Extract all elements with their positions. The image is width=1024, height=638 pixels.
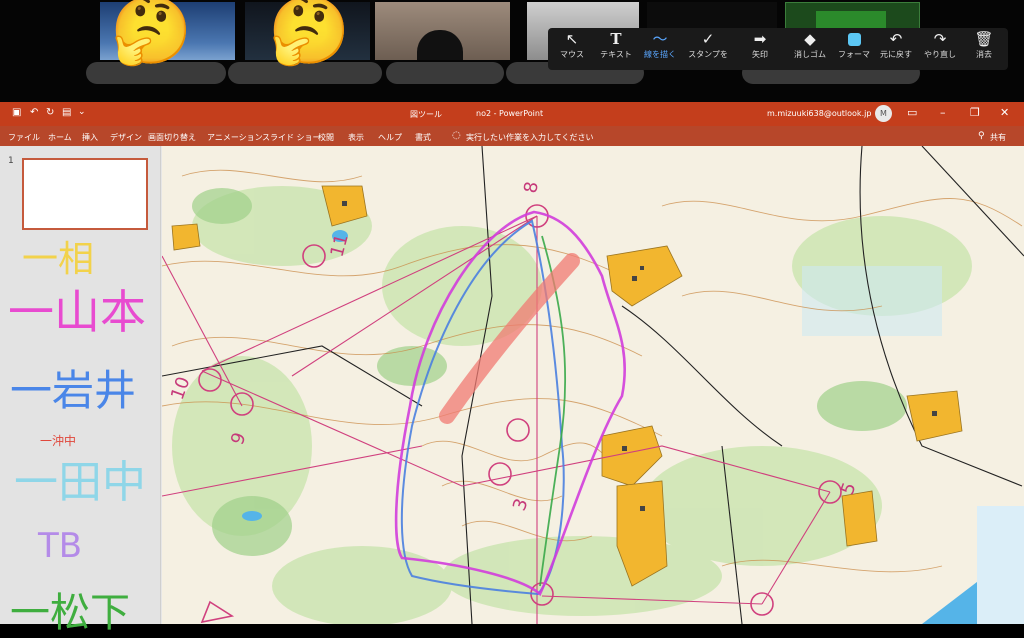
- tab-view[interactable]: 表示: [348, 132, 364, 143]
- annotation-name: 一田中: [14, 457, 146, 508]
- draw-tool-button[interactable]: 〜 線を描く: [638, 30, 682, 61]
- window-title: no2 - PowerPoint: [476, 109, 544, 118]
- color-swatch-icon: [847, 33, 861, 46]
- ribbon-tabs: ファイル ホーム 挿入 デザイン 画面切り替え アニメーション スライド ショー…: [0, 126, 1024, 146]
- tell-me-input[interactable]: 実行したい作業を入力してください: [466, 132, 594, 143]
- undo-button[interactable]: ↶ 元に戻す: [874, 30, 918, 61]
- annotation-name: 一松下: [10, 590, 130, 636]
- slide-number: 1: [8, 156, 14, 166]
- tab-transitions[interactable]: 画面切り替え: [148, 132, 196, 143]
- tab-file[interactable]: ファイル: [8, 132, 40, 143]
- redo-icon: ↷: [933, 30, 947, 48]
- tab-design[interactable]: デザイン: [110, 132, 142, 143]
- tab-home[interactable]: ホーム: [48, 132, 72, 143]
- undo-icon: ↶: [889, 30, 903, 48]
- clear-button[interactable]: 🗑 消去: [962, 30, 1006, 61]
- account-email[interactable]: m.mizuuki638@outlook.jp: [767, 109, 871, 118]
- pen-icon: 〜: [652, 30, 668, 48]
- share-icon: ⚲: [978, 131, 985, 141]
- tab-animations[interactable]: アニメーション: [207, 132, 263, 143]
- participant-video-3[interactable]: [375, 2, 510, 60]
- thinking-face-emoji: 🤔: [110, 0, 193, 69]
- annotation-toolbar: ↖ マウス T テキスト 〜 線を描く ✓ スタンプを ➡ 矢印 ◆ 消しゴム …: [548, 28, 1008, 70]
- participant-name-pill: [386, 62, 504, 84]
- redo-button[interactable]: ↷ やり直し: [918, 30, 962, 61]
- close-button[interactable]: ✕: [1000, 106, 1009, 119]
- orienteering-map: 8 11 10 9 3 5: [162, 146, 1024, 624]
- context-tab-label: 図ツール: [410, 110, 442, 119]
- tab-help[interactable]: ヘルプ: [378, 132, 402, 143]
- annotation-name: 一相: [22, 239, 95, 280]
- eraser-tool-button[interactable]: ◆ 消しゴム: [788, 30, 832, 61]
- powerpoint-window: ▣ ↶ ↻ ▤ ⌄ 図ツール no2 - PowerPoint m.mizuuk…: [0, 102, 1024, 636]
- tab-format[interactable]: 書式: [415, 132, 431, 143]
- redo-icon[interactable]: ↻: [46, 107, 54, 118]
- arrow-tool-button[interactable]: ➡ 矢印: [738, 30, 782, 61]
- ribbon-options-icon[interactable]: ▭: [907, 106, 917, 119]
- pointer-icon: ↖: [565, 30, 579, 48]
- title-bar: ▣ ↶ ↻ ▤ ⌄ 図ツール no2 - PowerPoint m.mizuuk…: [0, 102, 1024, 126]
- slide-thumbnail[interactable]: [22, 158, 148, 230]
- checkmark-icon: ✓: [701, 30, 715, 48]
- text-tool-button[interactable]: T テキスト: [594, 30, 638, 61]
- lightbulb-icon: ◌: [452, 130, 461, 141]
- save-icon[interactable]: ▣: [12, 107, 21, 118]
- text-icon: T: [610, 30, 622, 48]
- undo-icon[interactable]: ↶: [30, 107, 38, 118]
- annotation-name: 一山本: [8, 285, 146, 339]
- thinking-face-emoji: 🤔: [268, 0, 351, 69]
- format-tool-button[interactable]: フォーマ: [832, 30, 876, 61]
- restore-button[interactable]: ❐: [970, 106, 980, 119]
- tab-review[interactable]: 校閲: [318, 132, 334, 143]
- trash-icon: 🗑: [974, 30, 994, 48]
- avatar[interactable]: M: [875, 105, 892, 122]
- arrow-icon: ➡: [753, 30, 767, 48]
- stamp-tool-button[interactable]: ✓ スタンプを: [686, 30, 730, 61]
- presentation-icon[interactable]: ▤: [62, 107, 71, 118]
- annotation-name: 一岩井: [10, 366, 137, 415]
- minimize-button[interactable]: –: [940, 106, 946, 119]
- tab-insert[interactable]: 挿入: [82, 132, 98, 143]
- annotation-name: TB: [38, 526, 83, 566]
- tab-slideshow[interactable]: スライド ショー: [262, 132, 321, 143]
- share-button[interactable]: 共有: [990, 132, 1006, 143]
- mouse-tool-button[interactable]: ↖ マウス: [550, 30, 594, 61]
- eraser-icon: ◆: [804, 30, 816, 48]
- customize-chevron-icon[interactable]: ⌄: [78, 107, 86, 117]
- slide-canvas[interactable]: 8 11 10 9 3 5: [162, 146, 1024, 624]
